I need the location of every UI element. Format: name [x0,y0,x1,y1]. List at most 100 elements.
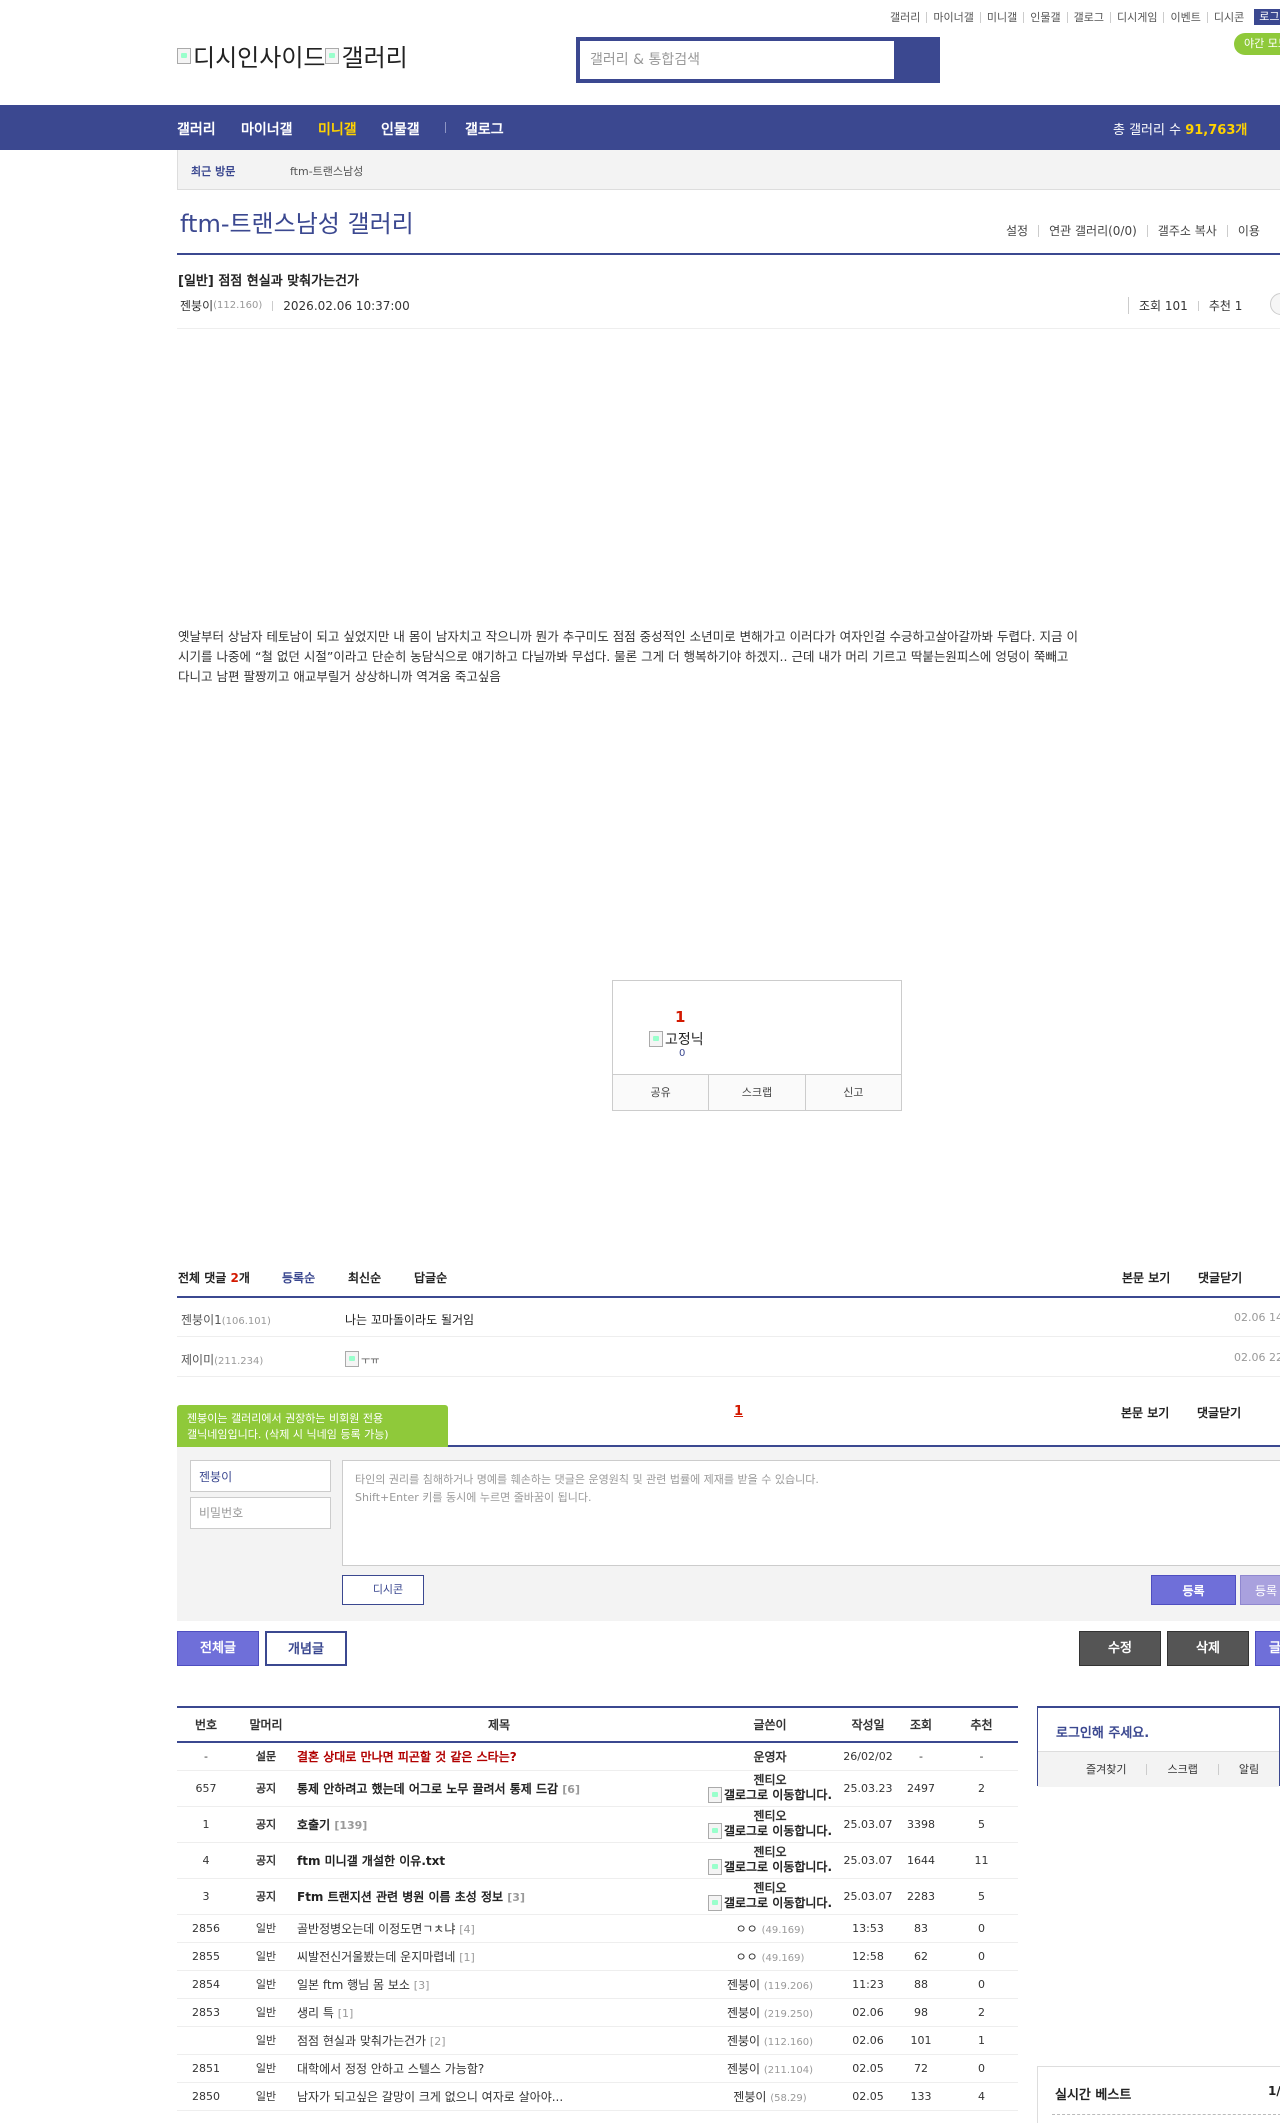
comment-submit-recommend-button[interactable]: 등록 [1240,1575,1280,1605]
delete-button[interactable]: 삭제 [1167,1631,1249,1666]
copy-url-link[interactable]: 갤주소 복사 [1146,225,1227,237]
row-title[interactable]: 호출기 [139] [297,1806,701,1843]
top-link-gallery[interactable]: 갤러리 [890,11,928,23]
gallog-link[interactable]: 갤로그로 이동합니다. [701,1823,839,1839]
report-button[interactable]: 신고 [804,1075,901,1110]
site-logo[interactable]: 디시인사이드 갤러리 [177,38,408,73]
top-link-game[interactable]: 디시게임 [1111,11,1165,23]
table-row[interactable]: 657 공지 통제 안하려고 했는데 어그로 노무 끌려서 통제 드감 [6] … [177,1770,1018,1807]
table-row[interactable]: 2856 일반 골반정병오는데 이정도면ㄱㅊ냐 [4] ㅇㅇ (49.169) … [177,1914,1018,1943]
row-writer[interactable]: 젠붕이 (119.206) [701,1970,839,1999]
concept-posts-button[interactable]: 개념글 [265,1631,347,1666]
scrap-button[interactable]: 스크랩 [708,1075,804,1110]
top-link-event[interactable]: 이벤트 [1164,11,1208,23]
table-row[interactable]: 2855 일반 씨발전신거울봤는데 운지마렵네 [1] ㅇㅇ (49.169) … [177,1942,1018,1971]
top-link-dccon[interactable]: 디시콘 [1208,12,1250,23]
top-link-person[interactable]: 인물갤 [1024,11,1068,23]
related-gallery-link[interactable]: 연관 갤러리(0/0) [1038,225,1147,237]
row-title[interactable]: 남자가 되고싶은 갈망이 크게 없으니 여자로 살아야... [297,2082,701,2111]
row-title[interactable]: 통제 안하려고 했는데 어그로 노무 끌려서 통제 드감 [6] [297,1770,701,1807]
row-title[interactable]: 생리 특 [1] [297,1998,701,2027]
gallog-link[interactable]: 갤로그로 이동합니다. [701,1787,839,1803]
login-prompt[interactable]: 로그인해 주세요. [1056,1722,1149,1741]
nav-person-gallery[interactable]: 인물갤 [381,119,420,139]
top-link-gallog[interactable]: 갤로그 [1068,11,1111,23]
gallog-link[interactable]: 갤로그로 이동합니다. [701,1859,839,1875]
comment-nick[interactable]: 제이미(211.234) [181,1351,263,1368]
dccon-button[interactable]: 디시콘 [342,1575,424,1605]
notification-link[interactable]: 알림 [1217,1764,1279,1775]
nickname-input[interactable] [190,1460,331,1492]
row-writer[interactable]: 젠붕이 (219.250) [701,1998,839,2027]
row-title[interactable]: 점점 현실과 맞춰가는건가 [2] [297,2026,701,2055]
row-writer-nick: 젠티오 [753,1881,787,1895]
row-title[interactable]: ftm 미니갤 개설한 이유.txt [297,1842,701,1879]
table-row[interactable]: 3 공지 Ftm 트랜지션 관련 병원 이름 초성 정보 [3] 젠티오 갤로그로… [177,1878,1018,1915]
row-title[interactable]: 결혼 상대로 만나면 피곤할 것 같은 스타는? [297,1742,701,1771]
search-button[interactable] [894,41,936,79]
close-comments-button-bottom[interactable]: 댓글닫기 [1197,1404,1241,1421]
comment-nick[interactable]: 젠붕이1(106.101) [181,1311,271,1328]
share-button[interactable]: 공유 [613,1075,708,1110]
login-button[interactable]: 로그인 [1254,9,1280,25]
top-link-minor[interactable]: 마이너갤 [927,11,981,23]
table-row[interactable]: 2850 일반 남자가 되고싶은 갈망이 크게 없으니 여자로 살아야... 젠… [177,2082,1018,2111]
sort-registered[interactable]: 등록순 [282,1269,315,1286]
comment-page-current[interactable]: 1 [734,1404,743,1419]
table-row[interactable]: 2851 일반 대학에서 정정 안하고 스텔스 가능함? 젠붕이 (211.10… [177,2054,1018,2083]
row-writer[interactable]: 젠티오 갤로그로 이동합니다. [701,1842,839,1879]
row-title[interactable]: 대학에서 정정 안하고 스텔스 가능함? [297,2054,701,2083]
row-writer[interactable]: 젠붕이 (58.29) [701,2082,839,2111]
row-title[interactable]: 골반정병오는데 이정도면ㄱㅊ냐 [4] [297,1914,701,1943]
table-row[interactable]: 2853 일반 생리 특 [1] 젠붕이 (219.250) 02.06 98 … [177,1998,1018,2027]
row-writer[interactable]: 젠티오 갤로그로 이동합니다. [701,1770,839,1807]
sort-latest[interactable]: 최신순 [348,1269,381,1286]
sort-replies[interactable]: 답글순 [414,1269,447,1286]
table-row[interactable]: 4 공지 ftm 미니갤 개설한 이유.txt 젠티오 갤로그로 이동합니다. 2… [177,1842,1018,1879]
row-title[interactable]: Ftm 트랜지션 관련 병원 이름 초성 정보 [3] [297,1878,701,1915]
comment-submit-button[interactable]: 등록 [1151,1575,1236,1605]
usage-link[interactable]: 이용 [1226,225,1270,237]
row-title[interactable]: 씨발전신거울봤는데 운지마렵네 [1] [297,1942,701,1971]
table-row-current[interactable]: 일반 점점 현실과 맞춰가는건가 [2] 젠붕이 (112.160) 02.06… [177,2026,1018,2055]
table-row[interactable]: 1 공지 호출기 [139] 젠티오 갤로그로 이동합니다. 25.03.07 3… [177,1806,1018,1843]
table-row[interactable]: - 설문 결혼 상대로 만나면 피곤할 것 같은 스타는? 운영자 26/02/… [177,1742,1018,1771]
row-title[interactable]: 일본 ftm 행님 몸 보소 [3] [297,1970,701,1999]
post-author[interactable]: 젠붕이 [180,297,213,314]
close-comments-button[interactable]: 댓글닫기 [1198,1269,1242,1286]
nav-gallery[interactable]: 갤러리 [177,119,216,139]
view-post-button-bottom[interactable]: 본문 보기 [1121,1404,1169,1421]
night-mode-button[interactable]: 야간 모드 [1234,33,1280,55]
row-kind: 설문 [235,1742,297,1771]
row-writer[interactable]: 젠티오 갤로그로 이동합니다. [701,1878,839,1915]
recent-visit-item[interactable]: ftm-트랜스남성 [290,163,363,179]
view-post-button[interactable]: 본문 보기 [1122,1269,1170,1286]
row-writer[interactable]: 젠붕이 (112.160) [701,2026,839,2055]
gallog-link[interactable]: 갤로그로 이동합니다. [701,1895,839,1911]
row-writer[interactable]: 젠붕이 (211.104) [701,2054,839,2083]
favorites-link[interactable]: 즐겨찾기 [1038,1764,1146,1775]
edit-button[interactable]: 수정 [1079,1631,1161,1666]
row-writer[interactable]: ㅇㅇ (49.169) [701,1914,839,1943]
write-button[interactable]: 글 [1255,1631,1280,1666]
nav-mini-gallery[interactable]: 미니갤 [318,119,357,139]
gallery-title[interactable]: ftm-트랜스남성 갤러리 [180,204,414,239]
realtime-best-page[interactable]: 1/ [1268,2084,1280,2098]
nav-gallog[interactable]: 갤로그 [465,119,504,139]
search-input[interactable] [580,41,896,79]
comment-count-icon[interactable] [1270,293,1280,315]
password-input[interactable] [190,1497,331,1529]
top-link-mini[interactable]: 미니갤 [981,11,1025,23]
recent-visit-label: 최근 방문 [191,165,236,178]
comment-textarea[interactable] [342,1460,1280,1566]
scrap-link[interactable]: 스크랩 [1146,1764,1217,1775]
table-row[interactable]: 2854 일반 일본 ftm 행님 몸 보소 [3] 젠붕이 (119.206)… [177,1970,1018,1999]
row-number: 4 [177,1842,235,1879]
row-date: 25.03.07 [839,1806,897,1843]
row-writer[interactable]: ㅇㅇ (49.169) [701,1942,839,1971]
nav-minor-gallery[interactable]: 마이너갤 [241,119,293,139]
all-posts-button[interactable]: 전체글 [177,1631,259,1666]
gallery-settings-link[interactable]: 설정 [1006,225,1038,237]
row-writer[interactable]: 젠티오 갤로그로 이동합니다. [701,1806,839,1843]
fixed-nick-recommend[interactable]: 고정닉 [649,1029,704,1049]
